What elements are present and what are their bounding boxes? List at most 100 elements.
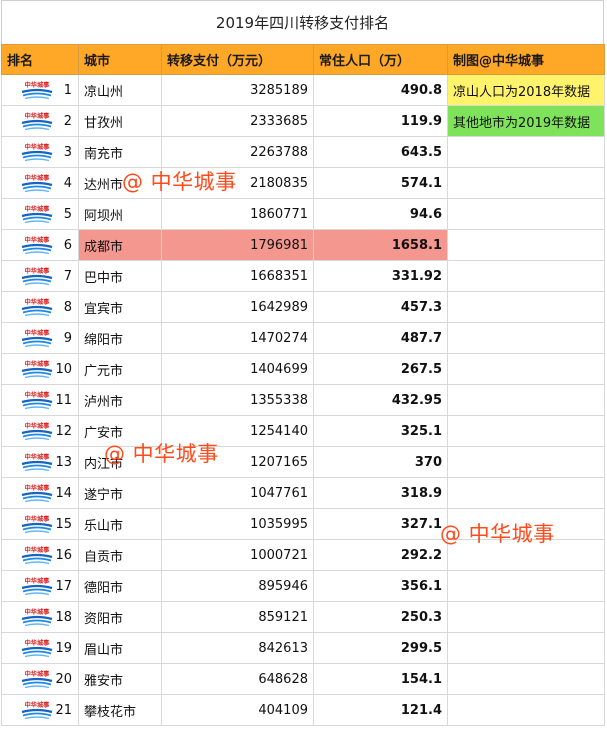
logo-icon: 中华城事 — [21, 670, 53, 689]
city-cell: 南充市 — [78, 136, 162, 168]
logo-icon: 中华城事 — [21, 639, 53, 658]
rank-number: 17 — [55, 578, 72, 594]
logo-icon: 中华城事 — [21, 391, 53, 410]
city-cell: 泸州市 — [78, 384, 162, 416]
population-cell: 250.3 — [313, 601, 448, 633]
logo-icon: 中华城事 — [21, 701, 53, 720]
city-cell: 遂宁市 — [78, 477, 162, 509]
note-cell: 凉山人口为2018年数据 — [447, 74, 605, 106]
logo-icon: 中华城事 — [21, 484, 53, 503]
rank-number: 20 — [55, 671, 72, 687]
logo-icon: 中华城事 — [21, 360, 53, 379]
logo-icon: 中华城事 — [21, 329, 53, 348]
ranking-sheet: 2019年四川转移支付排名 排名 城市 转移支付（万元） 常住人口（万） 制图@… — [1, 0, 605, 726]
population-cell: 1658.1 — [313, 229, 448, 261]
logo-text: 中华城事 — [25, 546, 51, 554]
payment-cell: 1404699 — [161, 353, 314, 385]
rank-number: 8 — [63, 299, 72, 315]
population-cell: 325.1 — [313, 415, 448, 447]
logo-icon: 中华城事 — [21, 174, 53, 193]
rank-number: 5 — [63, 206, 72, 222]
rank-number: 13 — [55, 454, 72, 470]
note-cell — [447, 601, 605, 633]
rank-number: 14 — [55, 485, 72, 501]
rank-cell: 中华城事 11 — [1, 384, 79, 416]
payment-cell: 2333685 — [161, 105, 314, 137]
note-cell — [447, 663, 605, 695]
rank-cell: 中华城事 15 — [1, 508, 79, 540]
population-cell: 94.6 — [313, 198, 448, 230]
note-cell — [447, 322, 605, 354]
note-cell — [447, 632, 605, 664]
city-cell: 资阳市 — [78, 601, 162, 633]
payment-cell: 1796981 — [161, 229, 314, 261]
note-cell — [447, 291, 605, 323]
population-cell: 318.9 — [313, 477, 448, 509]
logo-text: 中华城事 — [25, 267, 51, 275]
rank-cell: 中华城事 16 — [1, 539, 79, 571]
city-cell: 攀枝花市 — [78, 694, 162, 726]
logo-text: 中华城事 — [25, 670, 51, 678]
logo-icon: 中华城事 — [21, 81, 53, 100]
rank-cell: 中华城事 17 — [1, 570, 79, 602]
table-row: 中华城事 2 甘孜州 2333685 119.9 其他地市为2019年数据 — [1, 105, 605, 137]
rank-cell: 中华城事 4 — [1, 167, 79, 199]
table-body: 中华城事 1 凉山州 3285189 490.8 凉山人口为2018年数据 中华城事 2 甘孜州… — [1, 74, 605, 726]
payment-cell: 648628 — [161, 663, 314, 695]
rank-number: 3 — [63, 144, 72, 160]
city-cell: 广元市 — [78, 353, 162, 385]
rank-number: 19 — [55, 640, 72, 656]
rank-cell: 中华城事 7 — [1, 260, 79, 292]
table-row: 中华城事 7 巴中市 1668351 331.92 — [1, 260, 605, 292]
table-row: 中华城事 5 阿坝州 1860771 94.6 — [1, 198, 605, 230]
population-cell: 457.3 — [313, 291, 448, 323]
note-cell — [447, 198, 605, 230]
rank-cell: 中华城事 2 — [1, 105, 79, 137]
rank-number: 11 — [55, 392, 72, 408]
population-cell: 299.5 — [313, 632, 448, 664]
note-cell — [447, 229, 605, 261]
rank-number: 9 — [63, 330, 72, 346]
payment-cell: 1668351 — [161, 260, 314, 292]
logo-text: 中华城事 — [25, 484, 51, 492]
logo-text: 中华城事 — [25, 174, 51, 182]
population-cell: 119.9 — [313, 105, 448, 137]
payment-cell: 3285189 — [161, 74, 314, 106]
population-cell: 487.7 — [313, 322, 448, 354]
rank-number: 6 — [63, 237, 72, 253]
payment-cell: 1860771 — [161, 198, 314, 230]
logo-text: 中华城事 — [25, 81, 51, 89]
population-cell: 643.5 — [313, 136, 448, 168]
rank-number: 12 — [55, 423, 72, 439]
payment-cell: 895946 — [161, 570, 314, 602]
logo-text: 中华城事 — [25, 391, 51, 399]
payment-cell: 859121 — [161, 601, 314, 633]
payment-cell: 1047761 — [161, 477, 314, 509]
logo-text: 中华城事 — [25, 515, 51, 523]
city-cell: 达州市 — [78, 167, 162, 199]
payment-cell: 1642989 — [161, 291, 314, 323]
payment-cell: 1470274 — [161, 322, 314, 354]
rank-cell: 中华城事 8 — [1, 291, 79, 323]
header-payment: 转移支付（万元） — [161, 44, 314, 75]
rank-cell: 中华城事 19 — [1, 632, 79, 664]
city-cell: 乐山市 — [78, 508, 162, 540]
header-population: 常住人口（万） — [313, 44, 448, 75]
logo-icon: 中华城事 — [21, 112, 53, 131]
city-cell: 内江市 — [78, 446, 162, 478]
rank-cell: 中华城事 18 — [1, 601, 79, 633]
table-row: 中华城事 19 眉山市 842613 299.5 — [1, 632, 605, 664]
note-cell — [447, 353, 605, 385]
city-cell: 成都市 — [78, 229, 162, 261]
population-cell: 574.1 — [313, 167, 448, 199]
table-row: 中华城事 15 乐山市 1035995 327.1 — [1, 508, 605, 540]
logo-icon: 中华城事 — [21, 236, 53, 255]
logo-text: 中华城事 — [25, 422, 51, 430]
logo-icon: 中华城事 — [21, 143, 53, 162]
note-cell — [447, 384, 605, 416]
header-city: 城市 — [78, 44, 162, 75]
rank-number: 4 — [63, 175, 72, 191]
population-cell: 356.1 — [313, 570, 448, 602]
note-cell — [447, 136, 605, 168]
header-row: 排名 城市 转移支付（万元） 常住人口（万） 制图@中华城事 — [1, 44, 605, 75]
